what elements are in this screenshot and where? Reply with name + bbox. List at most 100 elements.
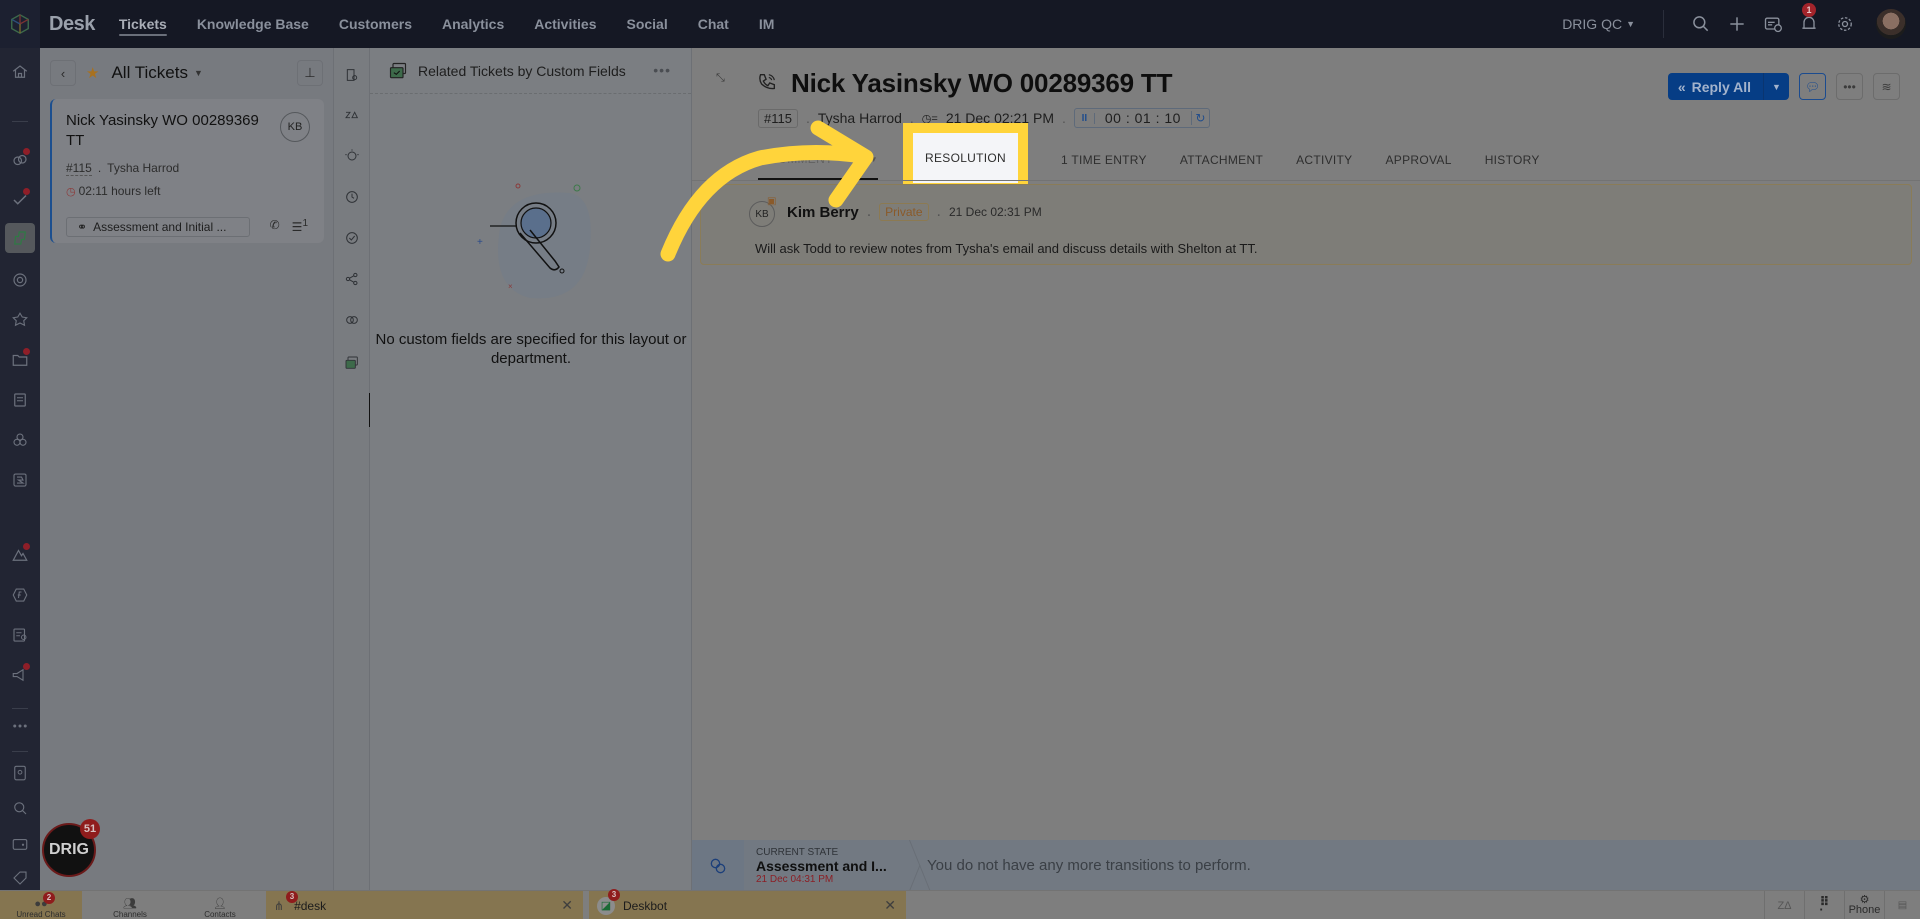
tab-time-entry[interactable]: 1 TIME ENTRY (1061, 140, 1147, 180)
collapse-icon[interactable]: ⤡ (716, 72, 725, 85)
divider (12, 708, 28, 709)
phone-settings-button[interactable]: ⚙ Phone (1844, 891, 1884, 919)
tab-approval[interactable]: APPROVAL (1385, 140, 1451, 180)
phone-icon (759, 73, 776, 90)
check-icon[interactable] (8, 188, 32, 212)
ticket-card[interactable]: Nick Yasinsky WO 00289369 TT KB #115 . T… (50, 99, 324, 243)
channels-button[interactable]: 👥︎ Channels (86, 891, 174, 919)
check-circle-icon[interactable] (342, 228, 362, 248)
clock-icon: ◷ (66, 185, 76, 198)
link-icon[interactable] (342, 310, 362, 330)
ticket-properties-icon[interactable] (342, 65, 362, 85)
contact-name[interactable]: Tysha Harrod (818, 110, 902, 126)
drig-logo: DRIG (49, 841, 89, 858)
megaphone-icon[interactable] (8, 663, 32, 687)
nav-activities[interactable]: Activities (534, 0, 596, 48)
user-avatar[interactable] (1876, 9, 1906, 39)
more-actions-button[interactable]: ••• (1836, 73, 1863, 100)
nav-im[interactable]: IM (759, 0, 775, 48)
app-name: Desk (49, 12, 95, 35)
ticket-id[interactable]: #115 (66, 161, 92, 176)
tab-history[interactable]: HISTORY (1485, 140, 1540, 180)
top-nav-bar: Desk Tickets Knowledge Base Customers An… (0, 0, 1920, 48)
ticket-title[interactable]: Nick Yasinsky WO 00289369 TT (791, 68, 1172, 99)
view-title[interactable]: All Tickets (111, 63, 188, 83)
channels-label: Channels (113, 910, 147, 919)
more-options-icon[interactable]: ••• (653, 62, 671, 78)
reply-all-button[interactable]: « Reply All ▼ (1667, 73, 1789, 100)
bell-icon[interactable]: 1 (1798, 3, 1820, 35)
caret-down-icon[interactable]: ▼ (194, 68, 203, 78)
lightbulb-icon[interactable] (342, 146, 362, 166)
contacts-button[interactable]: 👤︎ Contacts (176, 891, 264, 919)
ticket-id[interactable]: #115 (758, 108, 798, 128)
tab-attachment[interactable]: ATTACHMENT (1180, 140, 1263, 180)
nav-chat[interactable]: Chat (698, 0, 729, 48)
cubes-icon[interactable] (8, 428, 32, 452)
gear-icon[interactable] (1834, 13, 1856, 35)
chat-tab-desk[interactable]: ⋔ 3 #desk ✕ (266, 891, 583, 919)
tickets-icon[interactable] (5, 223, 35, 253)
back-button[interactable]: ‹ (50, 60, 76, 86)
reset-icon[interactable]: ↻ (1190, 111, 1209, 125)
puzzle-icon[interactable] (8, 308, 32, 332)
comment-button[interactable]: 💬︎ (1799, 73, 1826, 100)
unread-chats-button[interactable]: ●● Unread Chats 2 (0, 891, 82, 919)
empty-state-message: No custom fields are specified for this … (375, 331, 687, 367)
folder-icon[interactable] (8, 348, 32, 372)
divider (12, 751, 28, 752)
pin-button[interactable]: ⊥ (297, 60, 323, 86)
plus-icon[interactable] (1726, 13, 1748, 35)
layers-button[interactable]: ≋ (1873, 73, 1900, 100)
comment-icon: 💬︎ (1804, 79, 1821, 94)
mountain-icon[interactable] (8, 543, 32, 567)
more-icon[interactable] (8, 714, 32, 738)
contacts-book-icon[interactable] (8, 761, 32, 785)
history-icon[interactable] (342, 187, 362, 207)
search-user-icon[interactable] (8, 796, 32, 820)
tab-activity[interactable]: ACTIVITY (1296, 140, 1352, 180)
current-state[interactable]: CURRENT STATE Assessment and I... 21 Dec… (756, 847, 891, 885)
star-icon[interactable]: ★ (86, 64, 99, 82)
reply-dropdown-icon[interactable]: ▼ (1764, 73, 1789, 100)
tag-icon[interactable] (8, 866, 32, 890)
close-icon[interactable]: ✕ (884, 897, 896, 914)
nav-analytics[interactable]: Analytics (442, 0, 504, 48)
chat-tab-deskbot[interactable]: ◪ 3 Deskbot ✕ (589, 889, 906, 919)
report-icon[interactable] (8, 623, 32, 647)
divider (12, 121, 28, 122)
home-icon[interactable] (8, 60, 32, 84)
tab-comments[interactable]: 1 COMMENT ▼ (758, 140, 878, 180)
document-icon[interactable] (8, 388, 32, 412)
chat-tab-label: #desk (294, 898, 327, 913)
nav-social[interactable]: Social (626, 0, 667, 48)
drig-chat-launcher[interactable]: DRIG 51 (42, 819, 100, 877)
separator: . (1062, 110, 1066, 126)
dialpad-button[interactable]: ⠿ · (1804, 891, 1844, 919)
ticket-card-title[interactable]: Nick Yasinsky WO 00289369 TT (66, 111, 271, 151)
ticket-alert-icon[interactable] (1762, 13, 1784, 35)
org-selector[interactable]: DRIG QC ▼ (1562, 16, 1635, 32)
zia-button[interactable]: ZΔ (1764, 891, 1804, 919)
zia-icon[interactable] (342, 105, 362, 125)
close-icon[interactable]: ✕ (561, 897, 573, 914)
contact-name[interactable]: Tysha Harrod (107, 161, 179, 176)
at-icon[interactable] (8, 268, 32, 292)
search-icon[interactable] (1690, 13, 1712, 35)
share-icon[interactable] (342, 269, 362, 289)
tab-resolution[interactable]: RESOLUTION (903, 123, 1029, 193)
bold-icon[interactable] (8, 468, 32, 492)
nav-customers[interactable]: Customers (339, 0, 412, 48)
wallet-icon[interactable] (8, 832, 32, 856)
nav-knowledge-base[interactable]: Knowledge Base (197, 0, 309, 48)
function-icon[interactable] (8, 583, 32, 607)
status-chip[interactable]: ⚭ Assessment and Initial ... (66, 217, 250, 237)
link-icon[interactable] (8, 148, 32, 172)
comment-body: Will ask Todd to review notes from Tysha… (755, 241, 1258, 256)
related-tickets-icon[interactable] (342, 353, 362, 373)
pause-icon[interactable]: II (1075, 112, 1095, 124)
app-logo[interactable] (0, 0, 40, 48)
caret-down-icon: ▼ (1626, 19, 1635, 29)
notes-button[interactable]: ▤ (1884, 891, 1920, 919)
nav-tickets[interactable]: Tickets (118, 0, 167, 48)
